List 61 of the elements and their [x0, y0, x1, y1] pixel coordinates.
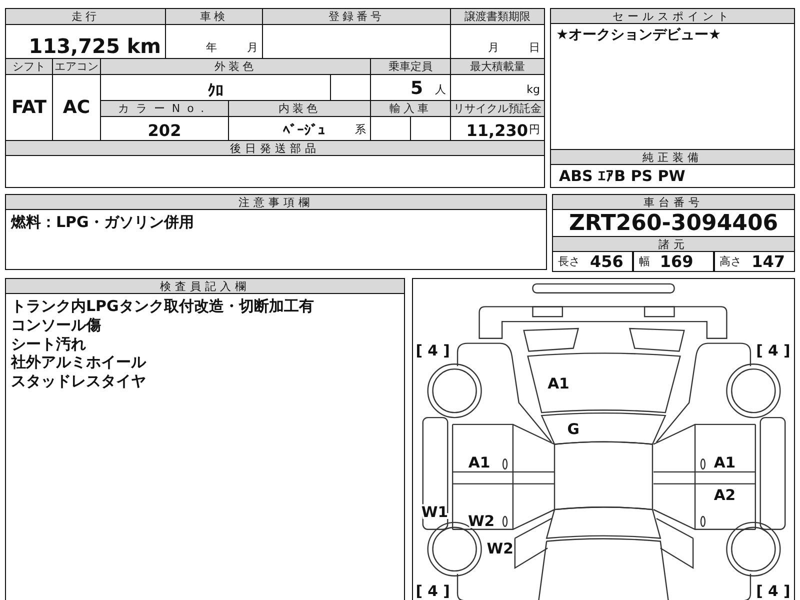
- inspector-note: トランク内LPGタンク取付改造・切断加工有: [11, 297, 315, 316]
- equipment-label: 純正装備: [551, 150, 794, 165]
- interior-color-label: 内装色: [278, 101, 320, 116]
- month-unit: 月: [488, 40, 499, 56]
- damage-code: G: [567, 421, 580, 438]
- tire-tread-depth: [ 4 ]: [756, 583, 790, 600]
- spec-label: 幅: [638, 254, 650, 270]
- aircon-label: エアコン: [54, 59, 98, 74]
- year-unit: 年: [206, 40, 217, 56]
- damage-code: A1: [714, 454, 736, 472]
- color-number-label: カラーNo.: [118, 101, 212, 116]
- inspector-notes-label: 検査員記入欄: [6, 279, 404, 294]
- spec-value: 169: [660, 252, 694, 272]
- damage-code: A1: [468, 454, 490, 472]
- yen-unit: 円: [529, 122, 540, 138]
- capacity-label: 乗車定員: [388, 59, 432, 74]
- tire-tread-depth: [ 4 ]: [756, 342, 790, 360]
- tire-tread-depth: [ 4 ]: [416, 342, 450, 360]
- max-load-label: 最大積載量: [470, 59, 525, 74]
- equipment-text: ABS ｴｱB PS PW: [559, 166, 686, 186]
- exterior-color-value: ｸﾛ: [208, 80, 224, 100]
- later-parts-label: 後日発送部品: [6, 141, 544, 156]
- mileage-label: 走行: [72, 9, 100, 24]
- exterior-color-label: 外装色: [214, 59, 256, 74]
- inspector-note: 社外アルミホイール: [11, 353, 148, 372]
- shift-label: シフト: [12, 59, 46, 74]
- capacity-value: 5: [410, 78, 423, 100]
- specs-label: 諸元: [553, 237, 794, 252]
- chassis-number-label: 車台番号: [553, 195, 794, 210]
- import-car-label: 輸入車: [390, 101, 432, 116]
- inspector-note: コンソール傷: [11, 316, 102, 335]
- aircon-value: AC: [62, 96, 90, 118]
- person-unit: 人: [435, 82, 446, 98]
- damage-code: A1: [548, 376, 570, 393]
- mileage-value: 113,725 km: [28, 34, 161, 58]
- interior-color-value: ﾍﾞｰｼﾞｭ: [283, 123, 325, 140]
- notes-text: 燃料：LPG・ガソリン併用: [11, 213, 195, 232]
- color-family-suffix: 系: [355, 122, 366, 138]
- recycle-fee-label: リサイクル預託金: [454, 101, 542, 116]
- shift-value: FAT: [11, 96, 47, 118]
- recycle-fee-value: 11,230: [466, 120, 528, 140]
- kg-unit: kg: [526, 82, 540, 98]
- month-unit: 月: [247, 40, 258, 56]
- transfer-deadline-label: 譲渡書類期限: [464, 9, 530, 24]
- inspector-note: スタッドレスタイヤ: [11, 372, 147, 391]
- damage-code: W2: [486, 540, 514, 558]
- spec-label: 高さ: [720, 254, 742, 270]
- day-unit: 日: [529, 40, 540, 56]
- damage-code: W2: [468, 513, 495, 530]
- sales-point-text: ★オークションデビュー★: [556, 27, 722, 44]
- registration-label: 登録番号: [328, 9, 384, 24]
- tire-tread-depth: [ 4 ]: [416, 583, 450, 600]
- color-number-value: 202: [148, 120, 182, 140]
- inspection-label: 車検: [200, 9, 228, 24]
- sales-point-label: セールスポイント: [551, 9, 794, 24]
- spec-value: 147: [752, 252, 786, 272]
- inspector-note: シート汚れ: [11, 334, 87, 354]
- damage-code: A2: [714, 487, 736, 504]
- spec-value: 456: [590, 252, 624, 272]
- notes-label: 注意事項欄: [6, 195, 546, 210]
- spec-label: 長さ: [558, 254, 580, 270]
